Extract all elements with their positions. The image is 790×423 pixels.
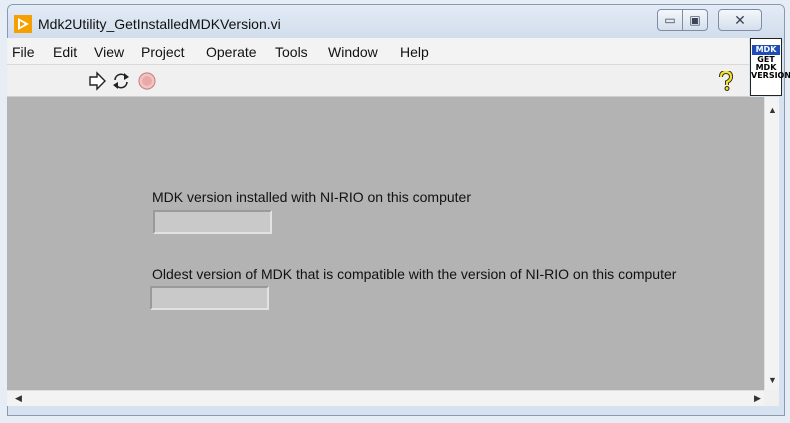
oldest-version-label: Oldest version of MDK that is compatible… bbox=[152, 266, 677, 282]
menu-edit[interactable]: Edit bbox=[53, 44, 77, 60]
oldest-version-indicator[interactable] bbox=[150, 286, 269, 310]
toolbar bbox=[7, 65, 749, 97]
scroll-left-icon[interactable]: ◀ bbox=[15, 393, 22, 404]
vertical-scrollbar[interactable]: ▲ ▼ bbox=[764, 97, 779, 390]
scroll-up-icon[interactable]: ▲ bbox=[768, 105, 777, 115]
menu-help[interactable]: Help bbox=[400, 44, 429, 60]
close-icon: ✕ bbox=[734, 12, 746, 28]
help-icon[interactable] bbox=[716, 71, 736, 91]
resize-grip-icon[interactable] bbox=[764, 390, 779, 406]
maximize-icon: ▣ bbox=[689, 13, 701, 27]
menu-operate[interactable]: Operate bbox=[206, 44, 257, 60]
minimize-button[interactable]: ▭ bbox=[657, 9, 683, 31]
labview-app-icon bbox=[14, 15, 32, 33]
close-button[interactable]: ✕ bbox=[718, 9, 762, 31]
menu-bar: File Edit View Project Operate Tools Win… bbox=[7, 38, 749, 65]
installed-version-indicator[interactable] bbox=[153, 210, 272, 234]
menu-window[interactable]: Window bbox=[328, 44, 378, 60]
menu-view[interactable]: View bbox=[94, 44, 124, 60]
menu-file[interactable]: File bbox=[12, 44, 35, 60]
horizontal-scrollbar[interactable]: ◀ ▶ bbox=[7, 390, 779, 406]
menu-project[interactable]: Project bbox=[141, 44, 185, 60]
vi-connector-icon[interactable]: MDK GET MDK VERSION bbox=[750, 38, 790, 96]
menu-tools[interactable]: Tools bbox=[275, 44, 308, 60]
vi-icon-line: VERSION bbox=[751, 71, 790, 80]
scroll-right-icon[interactable]: ▶ bbox=[754, 393, 761, 404]
maximize-button[interactable]: ▣ bbox=[682, 9, 708, 31]
installed-version-label: MDK version installed with NI-RIO on thi… bbox=[152, 189, 471, 205]
scroll-down-icon[interactable]: ▼ bbox=[768, 375, 777, 385]
run-continuously-icon[interactable] bbox=[111, 71, 131, 91]
vi-icon-line: MDK bbox=[755, 45, 777, 54]
abort-icon[interactable] bbox=[137, 71, 157, 91]
run-arrow-icon[interactable] bbox=[87, 71, 107, 91]
minimize-icon: ▭ bbox=[664, 13, 676, 27]
window-title: Mdk2Utility_GetInstalledMDKVersion.vi bbox=[38, 16, 281, 32]
front-panel: MDK version installed with NI-RIO on thi… bbox=[7, 97, 764, 390]
